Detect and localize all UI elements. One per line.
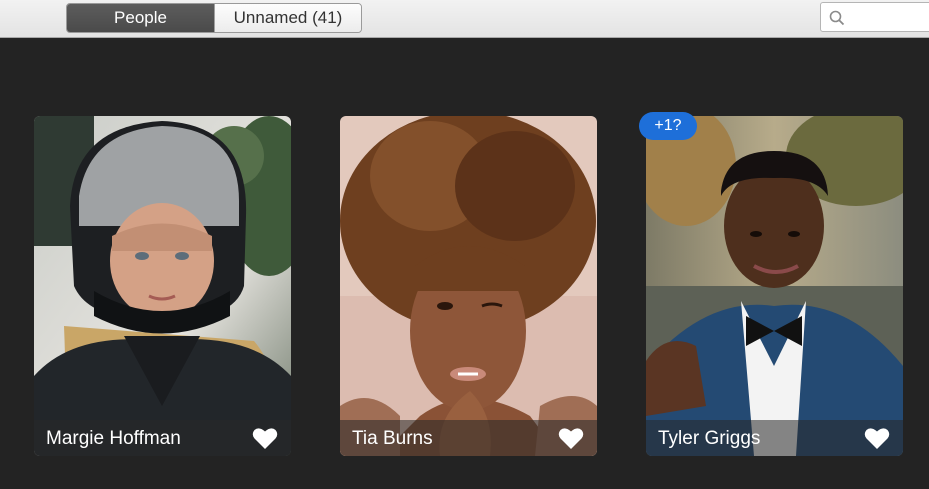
tab-unnamed[interactable]: Unnamed (41): [214, 4, 361, 32]
person-name: Tyler Griggs: [658, 428, 761, 449]
search-input[interactable]: [849, 7, 929, 27]
person-name: Tia Burns: [352, 428, 433, 449]
search-field[interactable]: [820, 2, 929, 32]
view-segmented-control: People Unnamed (41): [66, 3, 362, 33]
toolbar: People Unnamed (41): [0, 0, 929, 38]
tab-people[interactable]: People: [67, 4, 214, 32]
person-photo: [34, 116, 291, 456]
suggestion-badge[interactable]: +1?: [639, 112, 697, 140]
person-photo: [340, 116, 597, 456]
heart-icon[interactable]: [252, 427, 278, 450]
search-icon: [829, 10, 845, 26]
heart-icon[interactable]: [864, 427, 890, 450]
person-card[interactable]: Tia Burns: [340, 116, 597, 456]
person-card[interactable]: Margie Hoffman: [34, 116, 291, 456]
person-name: Margie Hoffman: [46, 428, 181, 449]
person-photo: [646, 116, 903, 456]
heart-icon[interactable]: [558, 427, 584, 450]
person-card[interactable]: Tyler Griggs: [646, 116, 903, 456]
